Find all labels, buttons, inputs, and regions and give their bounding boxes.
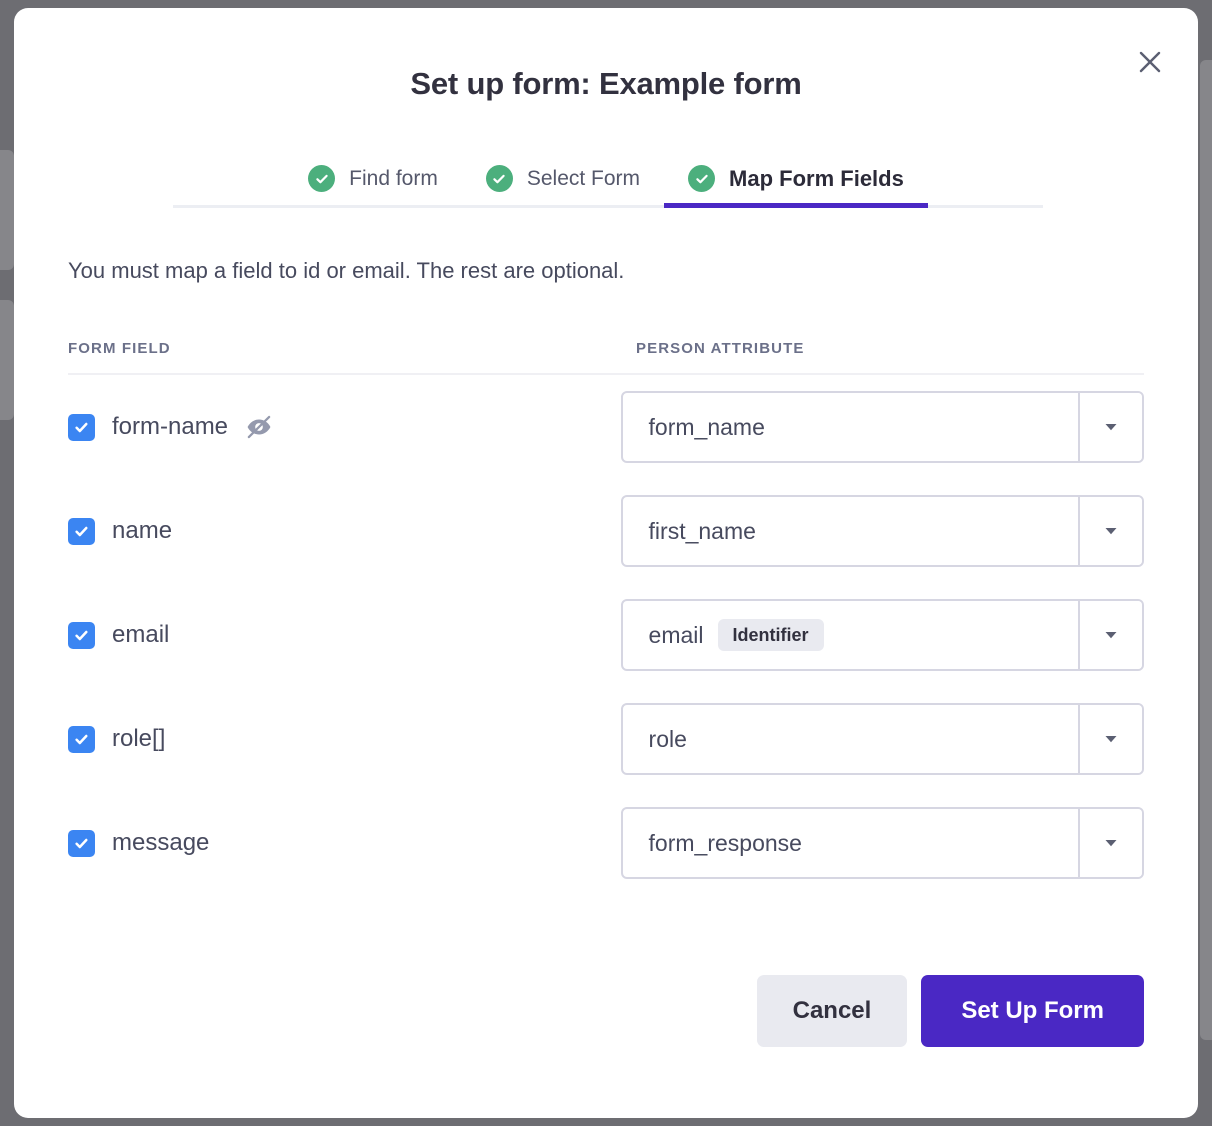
- check-circle-icon: [308, 165, 336, 192]
- field-label: form-name: [112, 413, 229, 440]
- form-field-cell: role[]: [68, 725, 621, 753]
- person-attribute-select[interactable]: form_response: [620, 807, 1144, 879]
- form-field-cell: name: [68, 517, 621, 545]
- chevron-down-icon[interactable]: [1080, 705, 1142, 773]
- field-checkbox[interactable]: [68, 517, 95, 545]
- person-attribute-select[interactable]: email Identifier: [620, 599, 1144, 671]
- tab-label: Select Form: [526, 166, 641, 190]
- check-circle-icon: [485, 165, 513, 192]
- select-value-text: role: [648, 725, 687, 752]
- table-header: FORM FIELD PERSON ATTRIBUTE: [68, 340, 1144, 375]
- wizard-tabs: Find form Select Form Map Form Fields: [159, 146, 1053, 208]
- select-value-text: first_name: [648, 517, 756, 544]
- select-value: form_name: [623, 393, 1080, 461]
- check-circle-icon: [688, 165, 716, 192]
- select-value: form_response: [623, 809, 1080, 877]
- select-value-text: form_response: [648, 829, 802, 856]
- instruction-text: You must map a field to id or email. The…: [68, 258, 625, 283]
- column-header-person-attribute: PERSON ATTRIBUTE: [636, 340, 805, 357]
- form-field-cell: form-name: [68, 413, 621, 441]
- select-value-text: form_name: [648, 413, 765, 440]
- person-attribute-select[interactable]: form_name: [620, 391, 1144, 463]
- table-row: email email Identifier: [68, 583, 1144, 687]
- tab-label: Map Form Fields: [729, 165, 904, 191]
- field-mapping-list: form-name form_name name first_name emai…: [68, 375, 1144, 895]
- background-panel: [1200, 60, 1212, 1040]
- eye-off-icon: [245, 413, 273, 441]
- table-row: form-name form_name: [68, 375, 1144, 479]
- status-badge: Identifier: [717, 619, 824, 651]
- tab-select-form[interactable]: Select Form: [462, 165, 664, 208]
- tab-map-form-fields[interactable]: Map Form Fields: [664, 165, 928, 208]
- select-value: first_name: [623, 497, 1080, 565]
- form-field-cell: message: [68, 829, 621, 857]
- tab-find-form[interactable]: Find form: [284, 165, 462, 208]
- tab-label: Find form: [349, 166, 438, 190]
- chevron-down-icon[interactable]: [1080, 497, 1142, 565]
- cancel-button[interactable]: Cancel: [756, 975, 908, 1047]
- field-label: role[]: [112, 725, 166, 752]
- chevron-down-icon[interactable]: [1080, 809, 1142, 877]
- set-up-form-button[interactable]: Set Up Form: [921, 975, 1144, 1047]
- page-title: Set up form: Example form: [410, 66, 802, 101]
- column-header-form-field: FORM FIELD: [68, 340, 171, 357]
- person-attribute-select[interactable]: first_name: [620, 495, 1144, 567]
- table-row: message form_response: [68, 791, 1144, 895]
- background-panel: [0, 150, 14, 270]
- chevron-down-icon[interactable]: [1080, 393, 1142, 461]
- person-attribute-select[interactable]: role: [620, 703, 1144, 775]
- modal-footer: Cancel Set Up Form: [68, 975, 1144, 1047]
- field-checkbox[interactable]: [68, 829, 95, 857]
- field-label: name: [112, 517, 173, 544]
- field-checkbox[interactable]: [68, 413, 95, 441]
- table-row: role[] role: [68, 687, 1144, 791]
- table-row: name first_name: [68, 479, 1144, 583]
- chevron-down-icon[interactable]: [1080, 601, 1142, 669]
- field-label: email: [112, 621, 170, 648]
- field-checkbox[interactable]: [68, 725, 95, 753]
- field-label: message: [112, 829, 210, 856]
- select-value-text: email: [648, 621, 704, 648]
- select-value: email Identifier: [623, 601, 1080, 669]
- active-tab-underline: [664, 203, 928, 208]
- set-up-form-modal: Set up form: Example form Find form Sele…: [14, 8, 1198, 1118]
- close-icon[interactable]: [1130, 42, 1170, 82]
- form-field-cell: email: [68, 621, 621, 649]
- select-value: role: [623, 705, 1080, 773]
- field-checkbox[interactable]: [68, 621, 95, 649]
- background-panel: [0, 300, 14, 420]
